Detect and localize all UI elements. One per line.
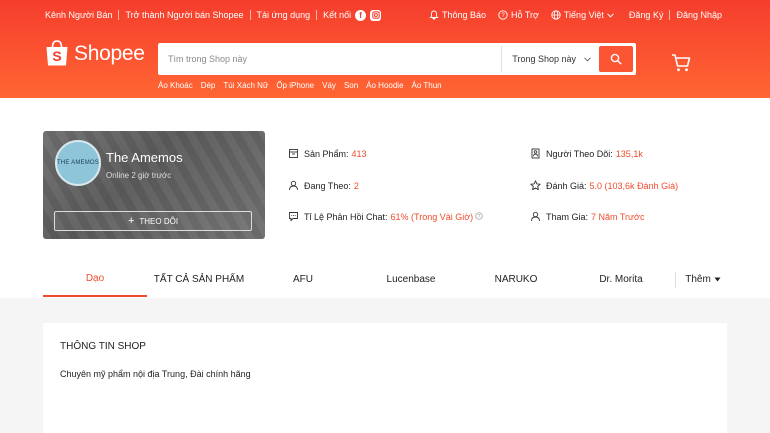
divider	[118, 10, 120, 20]
facebook-icon[interactable]: f	[355, 9, 367, 21]
stat-rating: Đánh Giá: 5.0 (103,6k Đánh Giá)	[530, 180, 678, 191]
instagram-icon[interactable]	[370, 9, 382, 21]
stat-label: Tham Gia:	[546, 211, 589, 222]
caret-down-icon	[714, 277, 721, 282]
shopee-logo[interactable]: S Shopee	[45, 40, 145, 67]
keyword-link[interactable]: Ốp iPhone	[276, 81, 314, 90]
tab-more-label: Thêm	[685, 274, 711, 285]
stat-value: 2	[353, 180, 359, 191]
tab-more[interactable]: Thêm	[679, 262, 727, 297]
shopee-header: Kênh Người Bán Trở thành Người bán Shope…	[0, 0, 770, 98]
stat-label: Đánh Giá:	[546, 180, 587, 191]
connect-label: Kết nối	[323, 10, 352, 20]
shop-info-description: Chuyên mỹ phẩm nội địa Trung, Đài chính …	[60, 369, 251, 379]
logo-text: Shopee	[74, 41, 145, 65]
shop-info-card: THÔNG TIN SHOP Chuyên mỹ phẩm nội địa Tr…	[43, 323, 727, 433]
user-icon	[530, 211, 541, 222]
svg-text:?: ?	[478, 213, 481, 219]
cart-icon[interactable]	[671, 53, 691, 73]
bell-icon	[429, 10, 439, 20]
keyword-link[interactable]: Túi Xách Nữ	[223, 81, 268, 90]
info-icon[interactable]: ?	[475, 211, 483, 222]
stat-value: 5.0 (103,6k Đánh Giá)	[589, 180, 679, 191]
stat-value: 413	[351, 148, 367, 159]
star-icon	[530, 180, 541, 191]
tab-afu[interactable]: AFU	[251, 262, 355, 297]
top-navbar: Kênh Người Bán Trở thành Người bán Shope…	[45, 7, 722, 23]
logo-letter: S	[52, 48, 61, 64]
login-link[interactable]: Đăng Nhập	[676, 10, 722, 20]
tab-naruko[interactable]: NARUKO	[464, 262, 568, 297]
keyword-link[interactable]: Áo Khoác	[158, 81, 193, 90]
tab-all-products[interactable]: TẤT CẢ SẢN PHẨM	[147, 262, 251, 297]
stat-label: Tỉ Lệ Phản Hồi Chat:	[304, 211, 388, 222]
stat-followers: Người Theo Dõi: 135,1k	[530, 148, 643, 159]
stat-products: Sản Phẩm: 413	[288, 148, 367, 159]
shop-avatar[interactable]: THE AMEMOS	[55, 140, 101, 186]
search-scope-dropdown[interactable]: Trong Shop này	[501, 46, 599, 72]
svg-text:?: ?	[501, 13, 505, 19]
support-label: Hỗ Trợ	[510, 10, 539, 20]
search-icon	[610, 53, 622, 65]
globe-icon	[551, 10, 561, 20]
divider	[249, 10, 251, 20]
tab-dr-morita[interactable]: Dr. Morita	[569, 262, 673, 297]
avatar-text: THE AMEMOS	[57, 160, 100, 166]
shop-online-status: Online 2 giờ trước	[106, 171, 172, 180]
shop-name: The Amemos	[106, 150, 183, 165]
seller-centre-link[interactable]: Kênh Người Bán	[45, 10, 112, 20]
register-link[interactable]: Đăng Ký	[629, 10, 664, 20]
divider	[316, 10, 318, 20]
notifications-label: Thông Báo	[441, 10, 486, 20]
language-label: Tiếng Việt	[563, 10, 604, 20]
support-link[interactable]: ? Hỗ Trợ	[498, 10, 539, 20]
download-app-link[interactable]: Tải ứng dụng	[257, 10, 311, 20]
keyword-link[interactable]: Áo Thun	[412, 81, 442, 90]
stat-joined: Tham Gia: 7 Năm Trước	[530, 211, 644, 222]
chevron-down-icon	[607, 12, 614, 18]
shop-card: THE AMEMOS The Amemos Online 2 giờ trước…	[43, 131, 265, 239]
notifications-link[interactable]: Thông Báo	[429, 10, 486, 20]
chat-icon	[288, 211, 299, 222]
user-icon	[288, 180, 299, 191]
tab-home[interactable]: Dạo	[43, 262, 147, 297]
shop-tabs: Dạo TẤT CẢ SẢN PHẨM AFU Lucenbase NARUKO…	[43, 262, 727, 297]
tab-lucenbase[interactable]: Lucenbase	[359, 262, 463, 297]
trending-keywords: Áo Khoác Dép Túi Xách Nữ Ốp iPhone Váy S…	[158, 81, 450, 90]
plus-icon: +	[127, 215, 135, 227]
keyword-link[interactable]: Son	[344, 81, 358, 90]
divider	[669, 10, 671, 20]
search-scope-label: Trong Shop này	[512, 54, 576, 64]
keyword-link[interactable]: Váy	[322, 81, 336, 90]
help-icon: ?	[498, 10, 508, 20]
keyword-link[interactable]: Áo Hoodie	[366, 81, 403, 90]
stat-value: 61% (Trong Vài Giờ)	[390, 211, 474, 222]
shop-info-title: THÔNG TIN SHOP	[60, 341, 146, 352]
stat-chat-response: Tỉ Lệ Phản Hồi Chat: 61% (Trong Vài Giờ)…	[288, 211, 483, 222]
stat-following: Đang Theo: 2	[288, 180, 359, 191]
stat-label: Đang Theo:	[304, 180, 351, 191]
stat-label: Sản Phẩm:	[304, 148, 349, 159]
search-input[interactable]	[161, 46, 502, 72]
stat-label: Người Theo Dõi:	[546, 148, 613, 159]
search-button[interactable]	[599, 46, 633, 72]
chevron-down-icon	[584, 55, 591, 64]
follow-label: THEO DÕI	[139, 216, 179, 226]
follow-button[interactable]: + THEO DÕI	[54, 211, 252, 231]
stat-value: 135,1k	[615, 148, 643, 159]
become-seller-link[interactable]: Trở thành Người bán Shopee	[125, 10, 243, 20]
store-icon	[288, 148, 299, 159]
divider	[675, 272, 676, 288]
followers-icon	[530, 148, 541, 159]
keyword-link[interactable]: Dép	[201, 81, 216, 90]
search-bar: Trong Shop này	[158, 43, 636, 75]
stat-value: 7 Năm Trước	[591, 211, 645, 222]
shopee-bag-icon: S	[46, 40, 68, 66]
language-selector[interactable]: Tiếng Việt	[551, 10, 617, 20]
